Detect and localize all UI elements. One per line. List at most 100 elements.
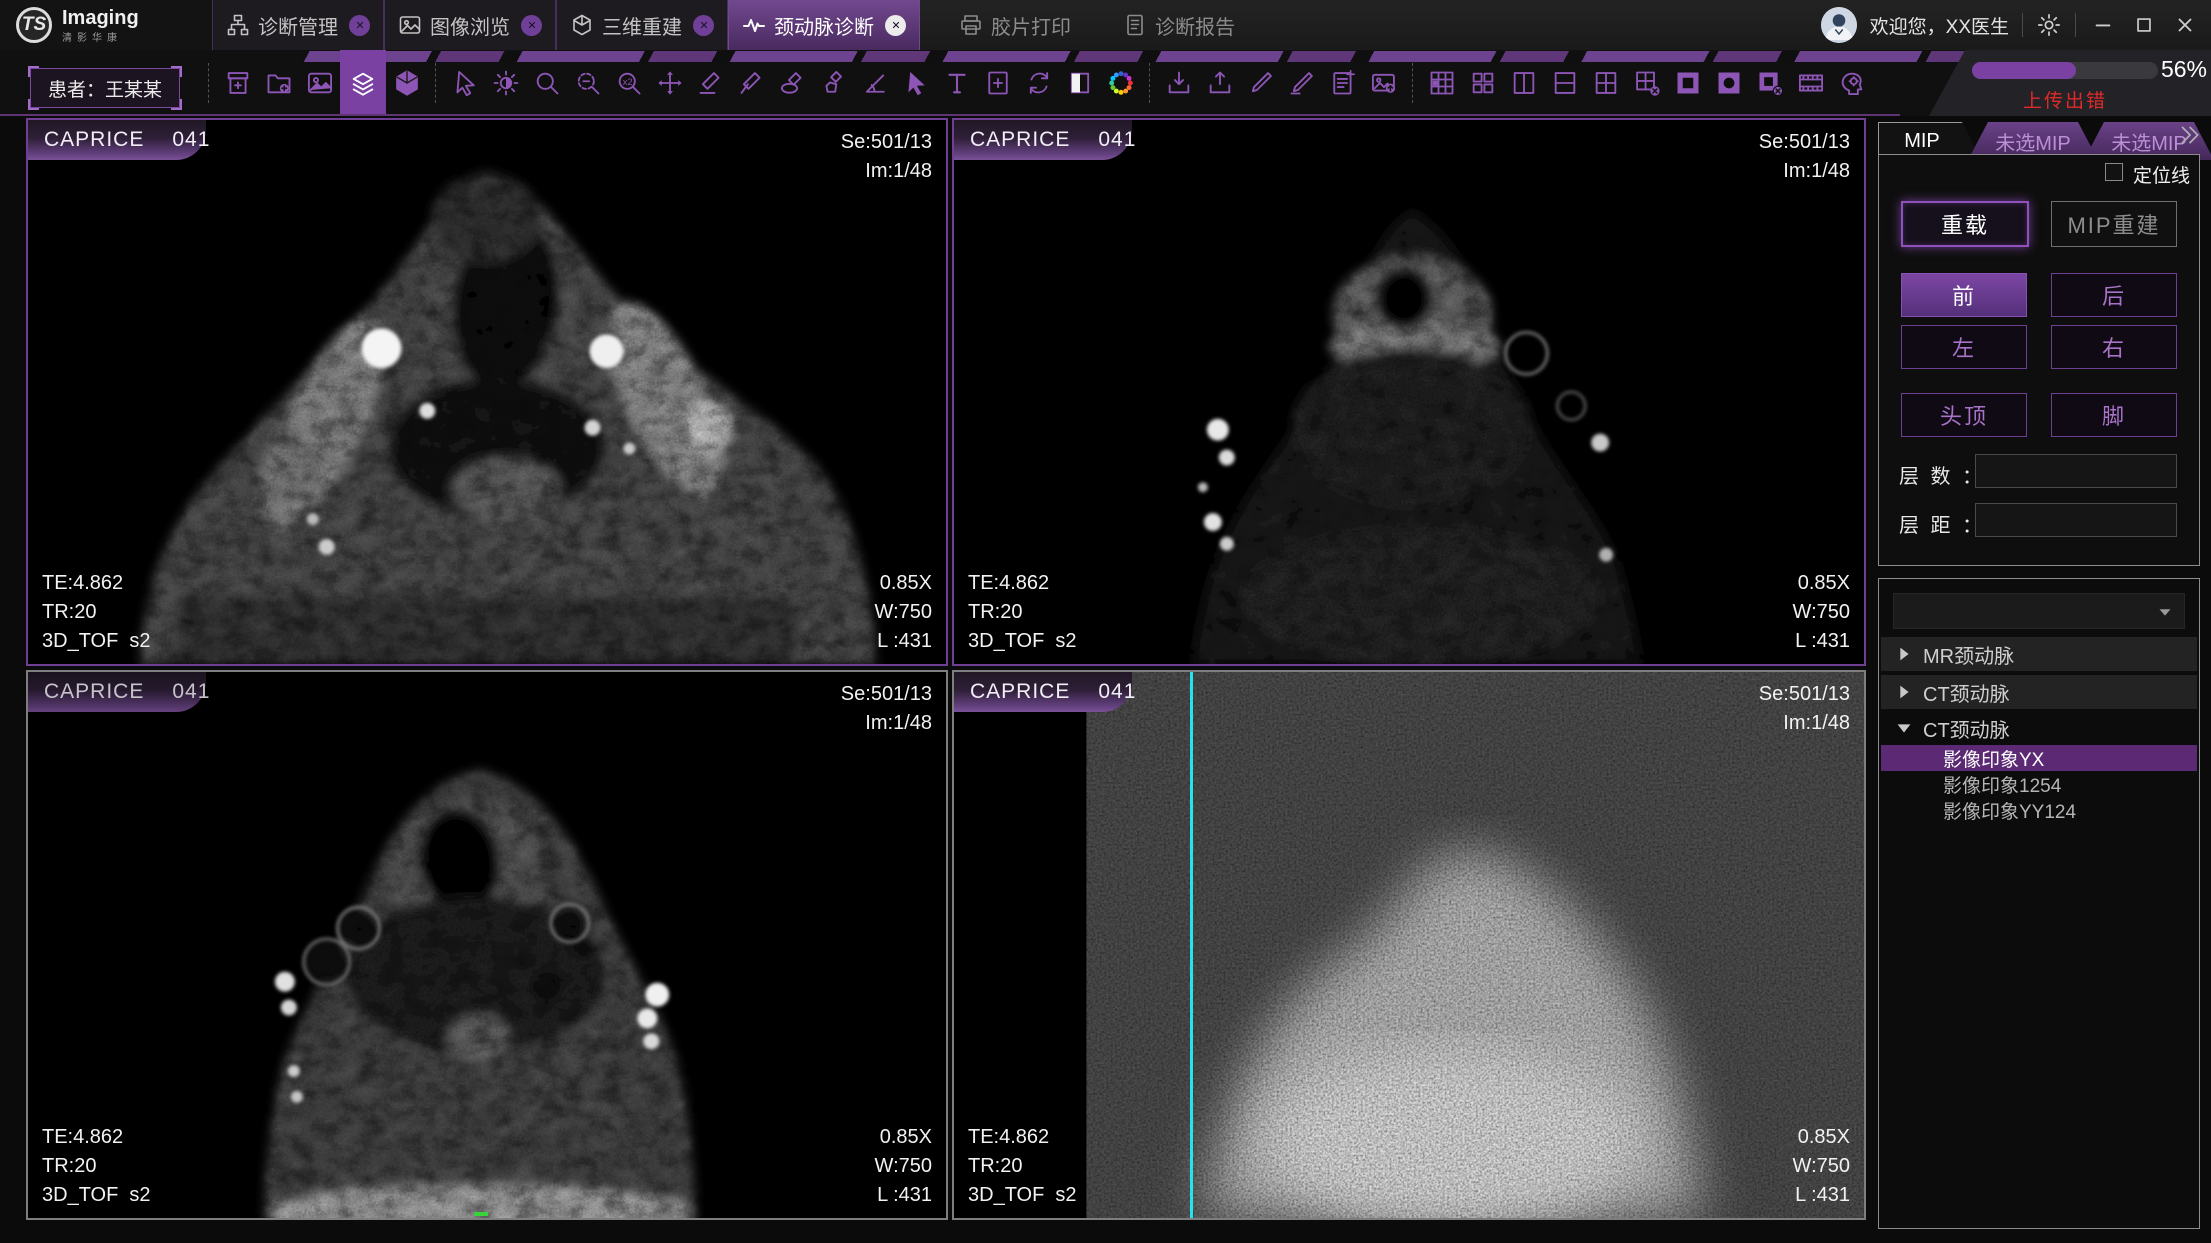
- brightness-icon[interactable]: [485, 58, 526, 108]
- zoom-icon[interactable]: [526, 58, 567, 108]
- pan-icon[interactable]: [649, 58, 690, 108]
- app-tab-0[interactable]: 诊断管理: [212, 0, 384, 50]
- app-tab-5[interactable]: 诊断报告: [1110, 0, 1248, 50]
- export-icon[interactable]: [1199, 58, 1240, 108]
- close-button[interactable]: [2174, 14, 2196, 36]
- add-page-icon[interactable]: [977, 58, 1018, 108]
- tree-leaf-2-1[interactable]: 影像印象1254: [1881, 771, 2197, 797]
- text-annotation-icon[interactable]: [936, 58, 977, 108]
- draw-ellipse-icon[interactable]: [772, 58, 813, 108]
- overlay-series-info: Se:501/13Im:1/48: [841, 128, 932, 186]
- series-dropdown[interactable]: [1893, 593, 2185, 629]
- corner-bracket: [171, 66, 182, 77]
- folder-add-icon[interactable]: [258, 58, 299, 108]
- draw-polygon-icon[interactable]: [813, 58, 854, 108]
- viewport-4[interactable]: CAPRICE041 Se:501/13Im:1/48 TE:4.862TR:2…: [952, 670, 1866, 1220]
- series-tab: CAPRICE041: [28, 120, 206, 160]
- welcome-text: 欢迎您，XX医生: [1870, 12, 2009, 39]
- ai-assist-icon[interactable]: [1831, 58, 1872, 108]
- app-tab-2[interactable]: 三维重建: [556, 0, 728, 50]
- mri-image-1: [28, 120, 946, 664]
- import-icon[interactable]: [1158, 58, 1199, 108]
- zoom-2x-icon[interactable]: x2: [608, 58, 649, 108]
- left-button[interactable]: 左: [1901, 325, 2027, 369]
- back-button[interactable]: 后: [2051, 273, 2177, 317]
- tree-node-label: MR颈动脉: [1923, 640, 2014, 669]
- head-top-button[interactable]: 头顶: [1901, 393, 2027, 437]
- invert-icon[interactable]: [1059, 58, 1100, 108]
- view-close-icon[interactable]: [1749, 58, 1790, 108]
- settings-gear-icon[interactable]: [2036, 12, 2062, 38]
- tri-right-icon[interactable]: [1893, 643, 1915, 665]
- pen-probe-icon[interactable]: [1240, 58, 1281, 108]
- pen-probe2-icon[interactable]: [1281, 58, 1322, 108]
- measure-angle-icon[interactable]: [731, 58, 772, 108]
- series-number: 041: [172, 128, 210, 152]
- overlay-acquisition-info: TE:4.862TR:203D_TOF s2: [42, 1123, 151, 1210]
- layer-count-input[interactable]: [1975, 454, 2177, 488]
- chevrons-right-icon[interactable]: [2176, 122, 2202, 148]
- tree-node-2[interactable]: CT颈动脉: [1881, 713, 2197, 743]
- reload-button[interactable]: 重载: [1901, 201, 2029, 247]
- layout-grid9-icon[interactable]: [1421, 58, 1462, 108]
- localizer-checkbox[interactable]: [2105, 163, 2123, 181]
- zoom-area-icon[interactable]: [567, 58, 608, 108]
- filmstrip-icon[interactable]: [1790, 58, 1831, 108]
- layout-close-icon[interactable]: [1626, 58, 1667, 108]
- angle-icon[interactable]: [854, 58, 895, 108]
- viewport-3[interactable]: CAPRICE041 Se:501/13Im:1/48 TE:4.862TR:2…: [26, 670, 948, 1220]
- tri-right-icon[interactable]: [1893, 681, 1915, 703]
- tri-down-icon[interactable]: [1893, 717, 1915, 739]
- layer-spacing-input[interactable]: [1975, 503, 2177, 537]
- app-tabs: 诊断管理 图像浏览三维重建颈动脉诊断胶片打印诊断报告: [212, 0, 1248, 50]
- image-export-icon[interactable]: [1363, 58, 1404, 108]
- view-single-icon[interactable]: [1667, 58, 1708, 108]
- app-tab-4[interactable]: 胶片打印: [946, 0, 1084, 50]
- layout-grid4-small-icon[interactable]: [1462, 58, 1503, 108]
- app-tab-1[interactable]: 图像浏览: [384, 0, 556, 50]
- pointer-icon[interactable]: [895, 58, 936, 108]
- tree-leaf-2-2[interactable]: 影像印象YY124: [1881, 797, 2197, 823]
- pulse-icon: [742, 13, 766, 37]
- cursor-icon[interactable]: [444, 58, 485, 108]
- layout-split-vertical-icon[interactable]: [1503, 58, 1544, 108]
- view-circle-icon[interactable]: [1708, 58, 1749, 108]
- tree-node-0[interactable]: MR颈动脉: [1881, 637, 2197, 671]
- close-tab-icon[interactable]: [885, 15, 906, 36]
- layers-icon[interactable]: [340, 50, 386, 116]
- logo-monogram: TS: [16, 7, 52, 43]
- rotate-icon[interactable]: [1018, 58, 1059, 108]
- series-label: CAPRICE: [970, 128, 1070, 152]
- toolbar-separator: [1149, 63, 1150, 103]
- image-icon: [398, 13, 422, 37]
- app-tab-3[interactable]: 颈动脉诊断: [728, 0, 920, 50]
- foot-button[interactable]: 脚: [2051, 393, 2177, 437]
- localizer-line[interactable]: [1190, 672, 1193, 1218]
- cube-3d-icon[interactable]: [386, 58, 427, 108]
- viewport-2[interactable]: CAPRICE041 Se:501/13Im:1/48 TE:4.862TR:2…: [952, 118, 1866, 666]
- tree-node-label: CT颈动脉: [1923, 714, 2010, 743]
- viewport-1[interactable]: CAPRICE041 Se:501/13Im:1/48 TE:4.862TR:2…: [26, 118, 948, 666]
- measure-line-icon[interactable]: [690, 58, 731, 108]
- avatar[interactable]: [1821, 7, 1857, 43]
- archive-add-icon[interactable]: [217, 58, 258, 108]
- app-tab-label: 诊断管理: [258, 11, 338, 40]
- minimize-button[interactable]: [2092, 14, 2114, 36]
- image-gallery-icon[interactable]: [299, 58, 340, 108]
- tree-node-1[interactable]: CT颈动脉: [1881, 675, 2197, 709]
- toolbar: 患者：王某某 x2 56% 上传出错: [0, 50, 2211, 116]
- report-add-icon[interactable]: [1322, 58, 1363, 108]
- close-tab-icon[interactable]: [693, 15, 714, 36]
- close-tab-icon[interactable]: [521, 15, 542, 36]
- front-button[interactable]: 前: [1901, 273, 2027, 317]
- layout-grid2x2-icon[interactable]: [1585, 58, 1626, 108]
- maximize-button[interactable]: [2133, 14, 2155, 36]
- tree-leaf-2-0[interactable]: 影像印象YX: [1881, 745, 2197, 771]
- layout-split-horizontal-icon[interactable]: [1544, 58, 1585, 108]
- progress-bar: [1972, 62, 2158, 79]
- separator: [2022, 13, 2023, 37]
- right-button[interactable]: 右: [2051, 325, 2177, 369]
- mip-rebuild-button[interactable]: MIP重建: [2051, 201, 2177, 247]
- close-tab-icon[interactable]: [349, 15, 370, 36]
- color-wheel-icon[interactable]: [1100, 58, 1141, 108]
